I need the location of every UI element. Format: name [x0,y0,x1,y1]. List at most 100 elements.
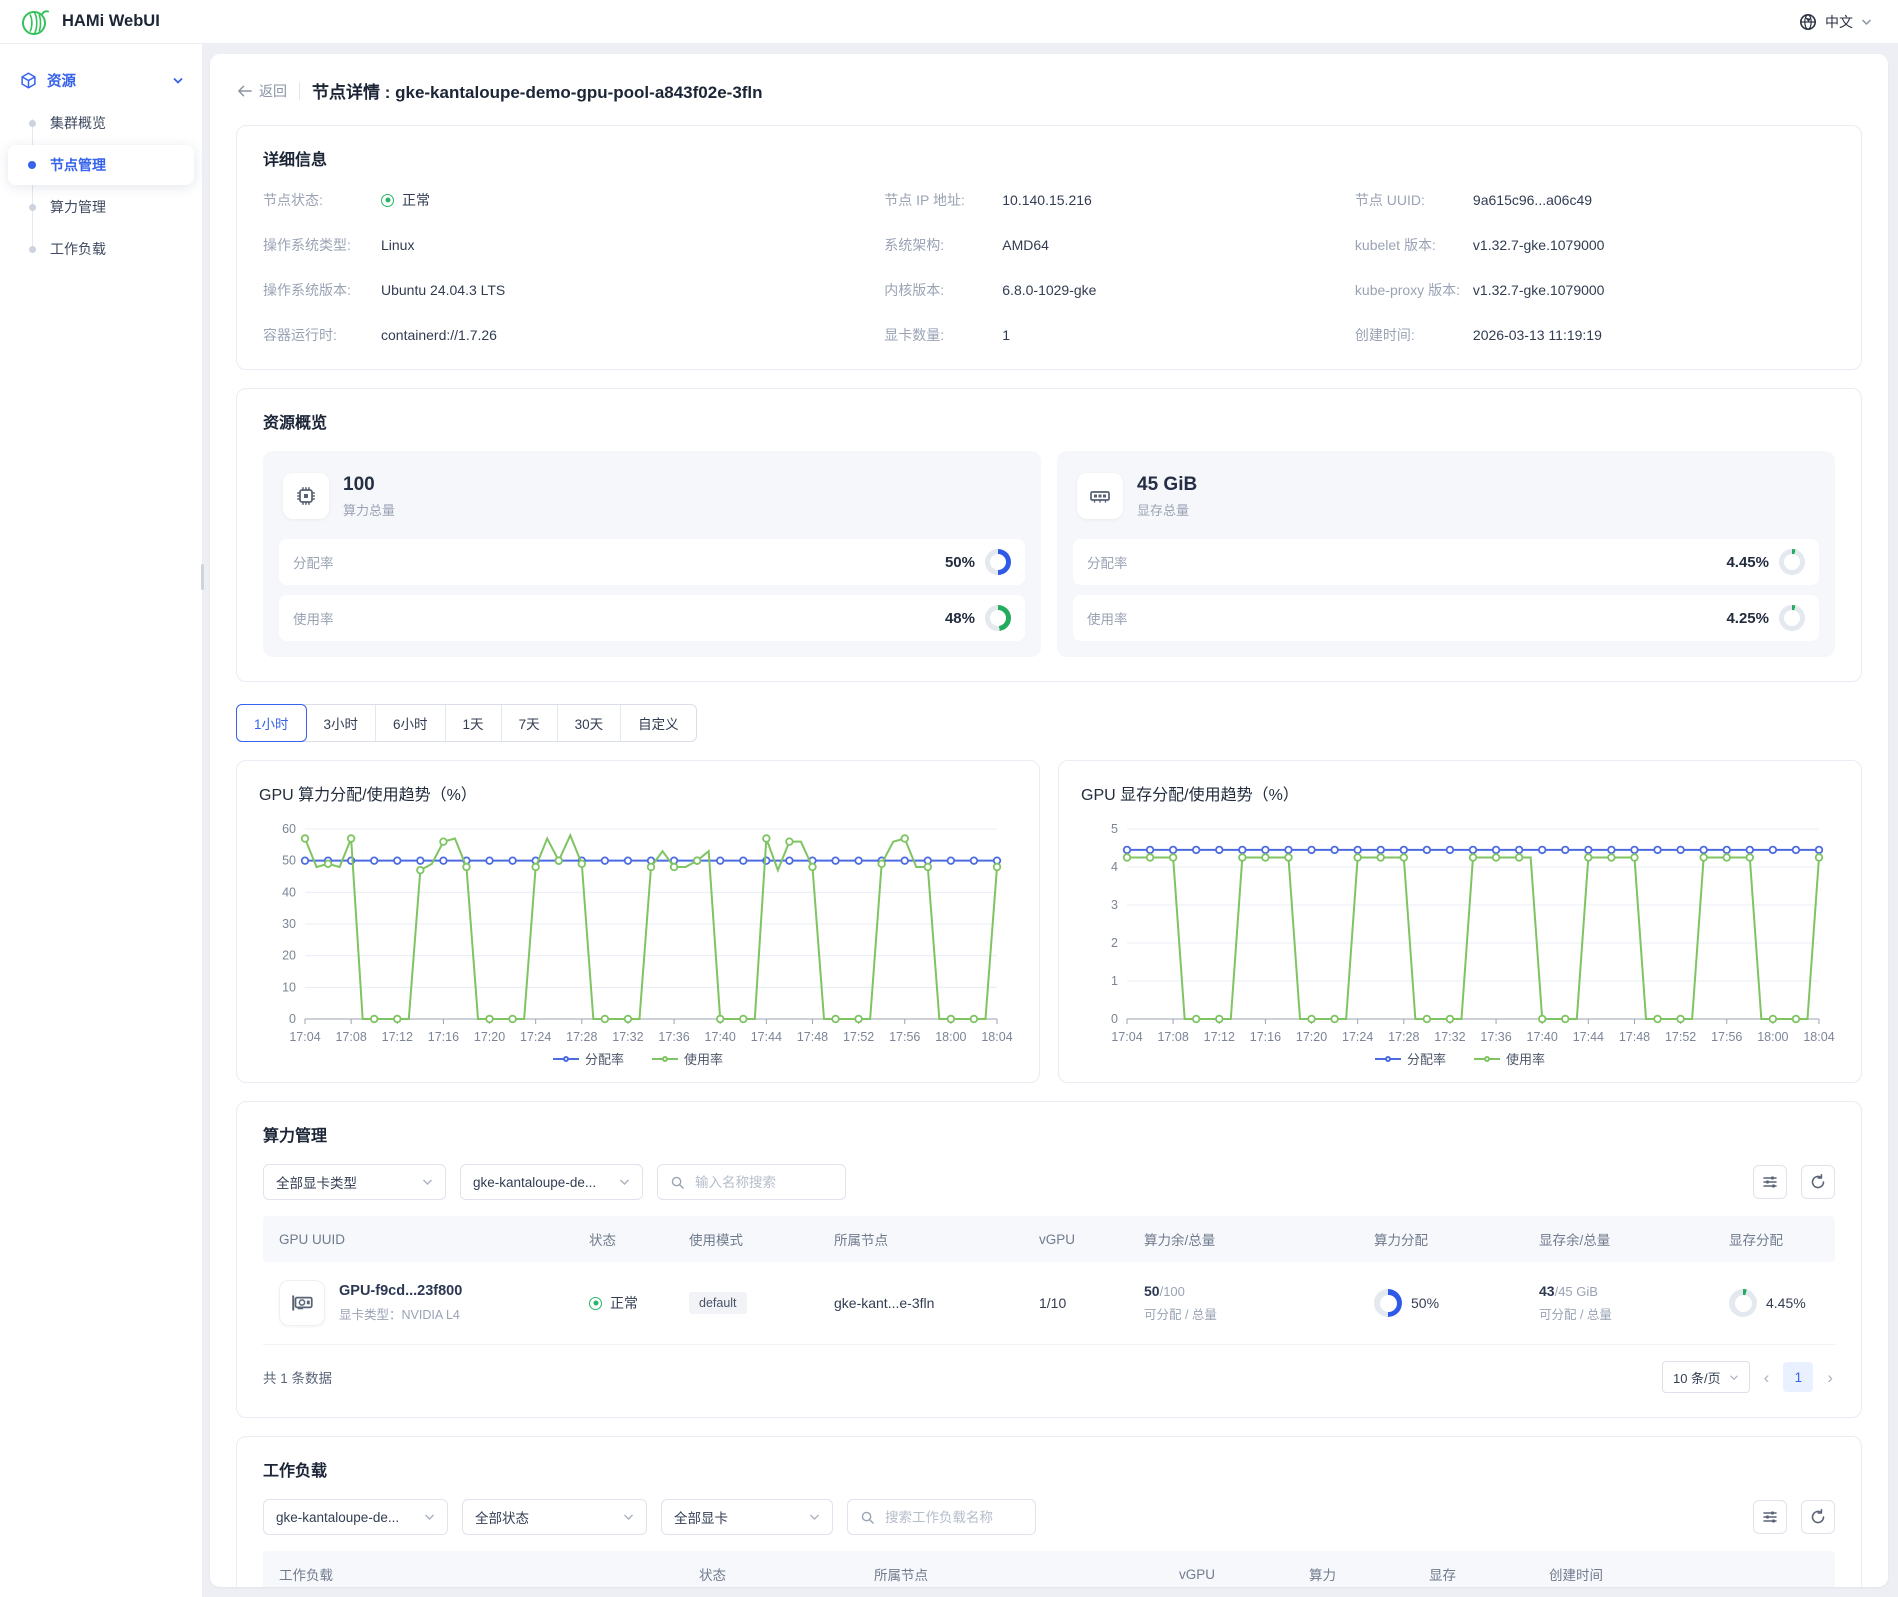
svg-text:17:32: 17:32 [612,1030,643,1044]
brand: HAMi WebUI [20,7,160,37]
refresh-button[interactable] [1801,1500,1835,1534]
memory-trend-chart-card: GPU 显存分配/使用趋势（%） 01234517:0417:0817:1217… [1058,760,1862,1083]
refresh-button[interactable] [1801,1165,1835,1199]
svg-text:17:28: 17:28 [566,1030,597,1044]
core-alloc-cell: 50% [1374,1289,1539,1317]
donut-chart [1779,605,1805,631]
donut-chart [1779,549,1805,575]
node-select[interactable]: gke-kantaloupe-de... [460,1164,643,1200]
tab-custom[interactable]: 自定义 [621,705,696,741]
gpu-search-input[interactable] [693,1174,833,1191]
sidebar-item-cluster-overview[interactable]: 集群概览 [8,103,194,143]
svg-text:18:04: 18:04 [981,1030,1012,1044]
svg-text:17:16: 17:16 [428,1030,459,1044]
svg-text:17:24: 17:24 [1342,1030,1373,1044]
legend-usage[interactable]: 使用率 [1474,1049,1545,1068]
field-kubelet-version: kubelet 版本: v1.32.7-gke.1079000 [1355,235,1835,255]
workload-status-select[interactable]: 全部状态 [462,1499,647,1535]
gpu-card-icon [279,1280,325,1326]
svg-text:3: 3 [1111,898,1118,912]
legend-alloc[interactable]: 分配率 [1375,1049,1446,1068]
field-kube-proxy-version: kube-proxy 版本: v1.32.7-gke.1079000 [1355,280,1835,300]
page-size-select[interactable]: 10 条/页 [1662,1361,1750,1393]
gpu-type-select[interactable]: 全部显卡类型 [263,1164,446,1200]
table-settings-button[interactable] [1753,1500,1787,1534]
svg-text:17:20: 17:20 [1296,1030,1327,1044]
resource-overview-grid: 100 算力总量 分配率 50% 使用率 [263,451,1835,657]
svg-text:30: 30 [282,917,296,931]
charts-row: GPU 算力分配/使用趋势（%） 010203040506017:0417:08… [236,760,1862,1083]
sidebar-item-label: 算力管理 [50,197,106,217]
topbar: HAMi WebUI 中文 [0,0,1898,44]
svg-text:0: 0 [1111,1012,1118,1026]
svg-text:17:56: 17:56 [889,1030,920,1044]
compute-alloc-rate-row: 分配率 50% [279,539,1025,585]
detail-info-grid: 节点状态: 正常 节点 IP 地址: 10.140.15.216 节点 UUID… [263,190,1835,345]
prev-page-button[interactable]: ‹ [1762,1369,1772,1386]
svg-text:17:56: 17:56 [1711,1030,1742,1044]
mem-avail-cell: 43/45 GiB 可分配 / 总量 [1539,1283,1729,1323]
workload-gpu-select[interactable]: 全部显卡 [661,1499,833,1535]
tab-3h[interactable]: 3小时 [307,705,377,741]
svg-text:17:24: 17:24 [520,1030,551,1044]
mode-badge: default [689,1292,747,1314]
sidebar-item-compute-management[interactable]: 算力管理 [8,187,194,227]
page-number-button[interactable]: 1 [1783,1362,1813,1392]
svg-text:1: 1 [1111,974,1118,988]
sidebar-section-resources[interactable]: 资源 [0,60,202,101]
language-switcher[interactable]: 中文 [1799,12,1872,32]
memory-total-label: 显存总量 [1137,500,1197,519]
compute-management-title: 算力管理 [263,1122,1835,1146]
time-range-tabs: 1小时 3小时 6小时 1天 7天 30天 自定义 [236,704,697,742]
memory-usage-rate-value: 4.25% [1726,610,1769,627]
sidebar-item-label: 工作负载 [50,239,106,259]
svg-text:17:08: 17:08 [1157,1030,1188,1044]
compute-pagination: 共 1 条数据 10 条/页 ‹ 1 › [263,1361,1835,1393]
sidebar: 资源 集群概览 节点管理 算力管理 工作负载 [0,44,202,1597]
svg-text:17:52: 17:52 [1665,1030,1696,1044]
memory-alloc-rate-row: 分配率 4.45% [1073,539,1819,585]
detail-info-title: 详细信息 [263,146,1835,170]
hami-logo-icon [20,7,50,37]
tab-7d[interactable]: 7天 [502,705,558,741]
sidebar-item-node-management[interactable]: 节点管理 [8,145,194,185]
svg-text:18:04: 18:04 [1803,1030,1834,1044]
resource-overview-card: 资源概览 [236,388,1862,682]
svg-text:17:08: 17:08 [335,1030,366,1044]
workload-search-input[interactable] [883,1509,1023,1526]
svg-text:18:00: 18:00 [1757,1030,1788,1044]
search-icon [670,1175,685,1190]
workload-filters: gke-kantaloupe-de... 全部状态 全部显卡 [263,1499,1835,1535]
chevron-down-icon [1729,1374,1739,1381]
workload-node-select[interactable]: gke-kantaloupe-de... [263,1499,448,1535]
legend-usage[interactable]: 使用率 [652,1049,723,1068]
compute-trend-chart[interactable]: 010203040506017:0417:0817:1217:1617:2017… [259,819,1017,1047]
refresh-icon [1810,1174,1826,1190]
chevron-down-icon [424,1513,435,1521]
workload-card: 工作负载 gke-kantaloupe-de... 全部状态 全部显卡 [236,1436,1862,1587]
back-arrow-icon [236,83,253,99]
memory-total-value: 45 GiB [1137,474,1197,496]
chevron-down-icon [809,1513,820,1521]
tab-1h[interactable]: 1小时 [236,704,307,742]
tab-6h[interactable]: 6小时 [376,705,446,741]
table-settings-button[interactable] [1753,1165,1787,1199]
language-label: 中文 [1825,12,1853,32]
gpu-uuid-link[interactable]: GPU-f9cd...23f800 [339,1283,462,1299]
tab-30d[interactable]: 30天 [558,705,622,741]
gpu-search-box [657,1164,846,1200]
field-os-type: 操作系统类型: Linux [263,235,884,255]
donut-chart [1374,1289,1402,1317]
memory-trend-chart[interactable]: 01234517:0417:0817:1217:1617:2017:2417:2… [1081,819,1839,1047]
svg-text:17:44: 17:44 [1573,1030,1604,1044]
sidebar-item-workloads[interactable]: 工作负载 [8,229,194,269]
workload-title: 工作负载 [263,1457,1835,1481]
svg-text:17:04: 17:04 [1111,1030,1142,1044]
svg-text:40: 40 [282,885,296,899]
legend-alloc[interactable]: 分配率 [553,1049,624,1068]
tab-1d[interactable]: 1天 [446,705,502,741]
back-button[interactable]: 返回 [236,81,287,101]
sidebar-resize-handle[interactable] [201,564,204,590]
next-page-button[interactable]: › [1825,1369,1835,1386]
legend-marker-icon [553,1054,579,1064]
